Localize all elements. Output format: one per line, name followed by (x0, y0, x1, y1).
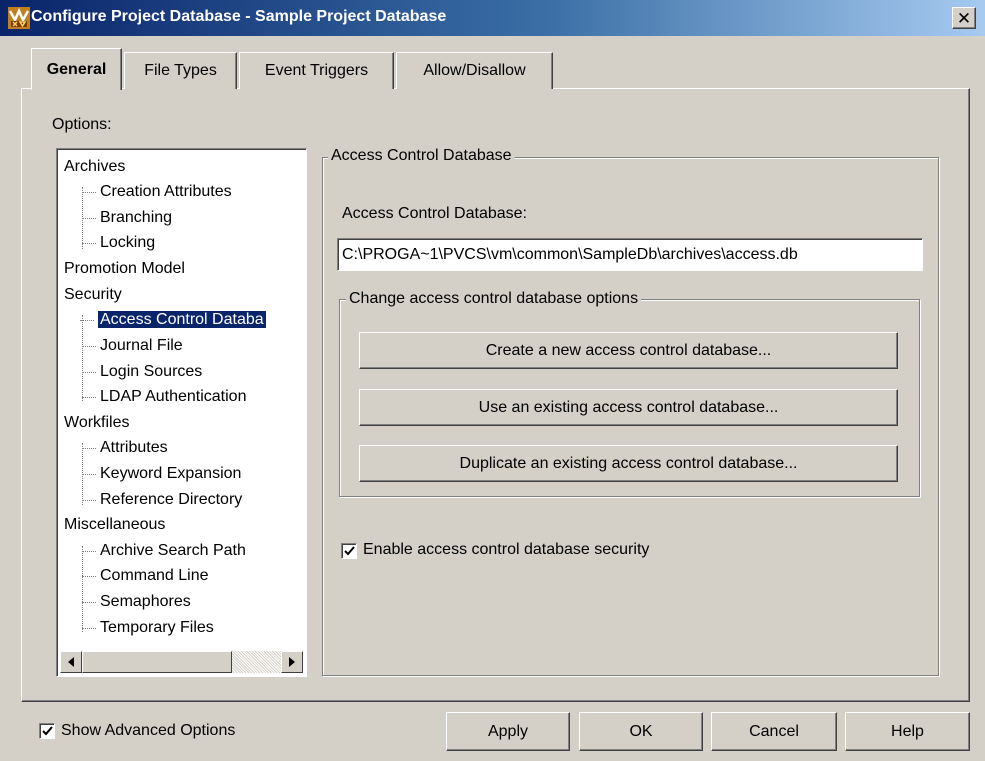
configure-project-database-dialog: Configure Project Database - Sample Proj… (0, 0, 985, 761)
tree-item-temporary-files[interactable]: Temporary Files (82, 616, 214, 640)
tree-item-semaphores[interactable]: Semaphores (82, 590, 191, 614)
window-title: Configure Project Database - Sample Proj… (31, 8, 447, 25)
tree-item-access-control-database[interactable]: Access Control Databa (80, 308, 266, 332)
tree-item-miscellaneous[interactable]: Miscellaneous (64, 513, 165, 537)
use-existing-database-button[interactable]: Use an existing access control database.… (359, 389, 898, 426)
tree-item-creation-attributes[interactable]: Creation Attributes (82, 180, 232, 204)
tab-allow-disallow[interactable]: Allow/Disallow (396, 52, 553, 89)
tab-event-triggers-label: Event Triggers (264, 62, 369, 79)
tab-event-triggers[interactable]: Event Triggers (239, 52, 394, 89)
tree-item-ldap-authentication[interactable]: LDAP Authentication (81, 385, 246, 409)
tree-item-command-line[interactable]: Command Line (82, 564, 209, 588)
arrow-right-icon (289, 657, 295, 667)
access-control-group-title: Access Control Database (328, 147, 515, 165)
tree-item-branching[interactable]: Branching (81, 206, 172, 230)
checkmark-icon (41, 726, 53, 736)
app-icon (8, 7, 30, 29)
tree-item-keyword-expansion[interactable]: Keyword Expansion (81, 462, 241, 486)
show-advanced-label[interactable]: Show Advanced Options (61, 722, 235, 740)
tree-item-reference-directory[interactable]: Reference Directory (81, 488, 242, 512)
tab-general[interactable]: General (31, 48, 122, 90)
options-tree[interactable]: Archives Creation Attributes Branching L… (56, 148, 307, 677)
help-button[interactable]: Help (845, 712, 970, 751)
scroll-left-button[interactable] (60, 651, 82, 673)
duplicate-database-button[interactable]: Duplicate an existing access control dat… (359, 445, 898, 482)
close-icon: ✕ (956, 8, 972, 28)
tree-connector (82, 546, 83, 632)
tree-horizontal-scrollbar[interactable] (60, 651, 303, 673)
access-control-field-label: Access Control Database: (342, 205, 527, 222)
scroll-thumb[interactable] (82, 651, 232, 673)
tab-general-label: General (46, 60, 107, 78)
ok-button[interactable]: OK (579, 712, 703, 751)
tree-item-login-sources[interactable]: Login Sources (81, 360, 202, 384)
tree-item-promotion-model[interactable]: Promotion Model (64, 257, 185, 281)
tree-item-archives[interactable]: Archives (64, 155, 125, 179)
tree-item-attributes[interactable]: Attributes (82, 436, 168, 460)
title-bar: Configure Project Database - Sample Proj… (0, 0, 985, 36)
tab-allow-disallow-label: Allow/Disallow (423, 62, 526, 79)
cancel-button[interactable]: Cancel (711, 712, 837, 751)
enable-security-label[interactable]: Enable access control database security (363, 541, 649, 559)
apply-button[interactable]: Apply (446, 712, 570, 751)
tree-item-security[interactable]: Security (64, 283, 122, 307)
close-button[interactable]: ✕ (952, 7, 976, 29)
enable-security-checkbox[interactable] (341, 543, 357, 559)
tab-file-types-label: File Types (144, 62, 217, 79)
arrow-left-icon (68, 657, 74, 667)
checkmark-icon (343, 546, 355, 556)
tree-item-journal-file[interactable]: Journal File (82, 334, 183, 358)
options-label: Options: (52, 116, 112, 133)
access-control-path-input[interactable]: C:\PROGA~1\PVCS\vm\common\SampleDb\archi… (337, 238, 923, 271)
tree-item-locking[interactable]: Locking (81, 231, 155, 255)
tab-file-types[interactable]: File Types (124, 52, 237, 89)
tree-item-archive-search-path[interactable]: Archive Search Path (82, 539, 246, 563)
show-advanced-checkbox[interactable] (39, 723, 55, 739)
tree-connector (82, 315, 83, 401)
scroll-right-button[interactable] (281, 651, 303, 673)
create-database-button[interactable]: Create a new access control database... (359, 332, 898, 369)
tree-item-workfiles[interactable]: Workfiles (64, 411, 130, 435)
change-options-group-title: Change access control database options (346, 290, 642, 308)
